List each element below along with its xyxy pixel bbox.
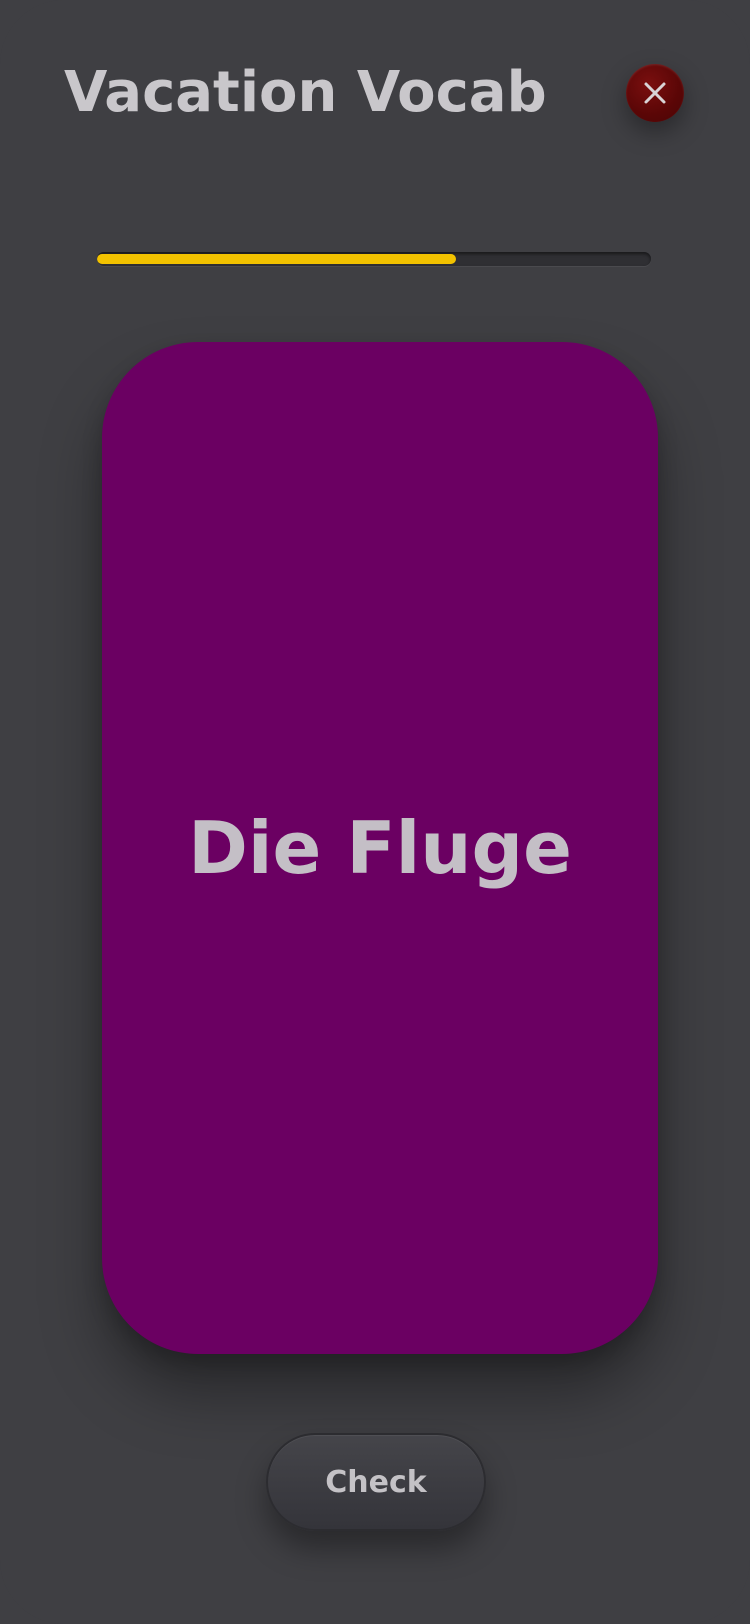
close-button[interactable] — [626, 64, 684, 122]
flashcard-word: Die Fluge — [188, 806, 572, 890]
close-icon — [643, 81, 667, 105]
app-screen: Vacation Vocab Die Fluge Check — [0, 0, 750, 1624]
progress-bar — [97, 252, 651, 266]
check-button-label: Check — [325, 1464, 427, 1500]
progress-fill — [97, 254, 456, 264]
app-title: Vacation Vocab — [64, 60, 547, 125]
check-button[interactable]: Check — [266, 1433, 486, 1531]
flashcard[interactable]: Die Fluge — [102, 342, 658, 1354]
